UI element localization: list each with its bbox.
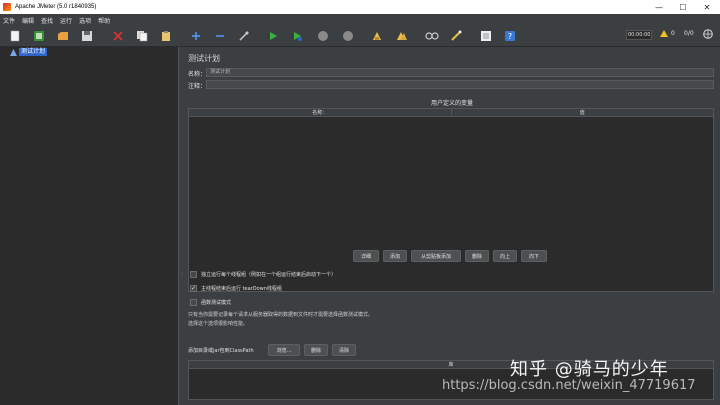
svg-text:?: ?: [508, 32, 512, 41]
window-title: Apache JMeter (5.0 r1840935): [15, 4, 97, 10]
menu-file[interactable]: 文件: [3, 16, 15, 25]
menu-bar: 文件 编辑 查找 运行 选项 帮助: [0, 14, 720, 26]
variables-table-header: 名称： 值: [189, 109, 713, 117]
menu-run[interactable]: 运行: [60, 16, 72, 25]
name-label: 名称：: [188, 71, 207, 78]
stop-icon[interactable]: [315, 29, 331, 43]
open-icon[interactable]: [55, 29, 71, 43]
warnings-indicator[interactable]: 0: [660, 30, 675, 37]
shutdown-icon[interactable]: [340, 29, 356, 43]
delete-button[interactable]: 删除: [465, 250, 489, 262]
cut-icon[interactable]: [110, 29, 126, 43]
up-button[interactable]: 向上: [493, 250, 517, 262]
active-threads: 0/0: [684, 30, 694, 37]
templates-icon[interactable]: [31, 29, 47, 43]
title-bar: Apache JMeter (5.0 r1840935) — ☐ ✕: [0, 0, 720, 14]
start-no-pauses-icon[interactable]: [289, 29, 305, 43]
test-plan-tree: 测试计划: [0, 47, 179, 405]
column-name-header[interactable]: 名称：: [189, 109, 451, 116]
functional-mode-note-2: 选择这个选项很影响性能。: [188, 321, 249, 327]
page-title: 测试计划: [188, 54, 220, 63]
detail-button[interactable]: 详细: [353, 250, 379, 262]
variables-table[interactable]: 名称： 值: [188, 108, 714, 292]
name-input[interactable]: 测试计划: [206, 68, 714, 77]
toggle-icon[interactable]: [236, 29, 252, 43]
tree-node-label: 测试计划: [19, 48, 48, 56]
menu-search[interactable]: 查找: [41, 16, 53, 25]
maximize-icon[interactable]: ☐: [672, 0, 694, 14]
paste-icon[interactable]: [158, 29, 174, 43]
option-functional-test-mode[interactable]: 函数测试模式: [190, 299, 231, 306]
new-icon[interactable]: [7, 29, 23, 43]
option-label: 函数测试模式: [201, 300, 232, 306]
menu-help[interactable]: 帮助: [98, 16, 110, 25]
option-serialize-thread-groups[interactable]: 独立运行每个线程组（例如在一个组运行结束后启动下一个）: [190, 271, 336, 278]
start-icon[interactable]: [265, 29, 281, 43]
option-label: 独立运行每个线程组（例如在一个组运行结束后启动下一个）: [201, 272, 337, 278]
function-helper-icon[interactable]: [478, 29, 494, 43]
remote-start-icon[interactable]: [703, 29, 713, 41]
toolbar: ? 00:00:00 0 0/0: [0, 26, 720, 47]
classpath-delete-button[interactable]: 删除: [304, 344, 328, 356]
warnings-count: 0: [671, 30, 675, 37]
functional-mode-note-1: 只有当你需要记录每个请求从服务器取得的数据到文件时才需要选择函数测试模式。: [188, 312, 374, 318]
variables-title: 用户定义的变量: [430, 100, 473, 107]
reset-search-icon[interactable]: [448, 29, 464, 43]
search-icon[interactable]: [424, 29, 440, 43]
url-watermark: https://blog.csdn.net/weixin_47719617: [442, 378, 696, 393]
expand-icon[interactable]: [188, 29, 204, 43]
close-icon[interactable]: ✕: [696, 0, 718, 14]
add-button[interactable]: 添加: [383, 250, 407, 262]
elapsed-timer: 00:00:00: [626, 30, 653, 40]
tree-node-test-plan[interactable]: 测试计划: [10, 48, 48, 56]
menu-edit[interactable]: 编辑: [22, 16, 34, 25]
checkbox-unchecked[interactable]: [190, 271, 197, 278]
menu-options[interactable]: 选项: [79, 16, 91, 25]
copy-icon[interactable]: [134, 29, 150, 43]
comment-input[interactable]: [206, 80, 714, 89]
clear-all-icon[interactable]: [394, 29, 410, 43]
test-plan-icon: [10, 48, 17, 56]
clear-icon[interactable]: [369, 29, 385, 43]
column-value-header[interactable]: 值: [450, 109, 714, 116]
checkbox-unchecked[interactable]: [190, 299, 197, 306]
down-button[interactable]: 向下: [521, 250, 547, 262]
add-from-clipboard-button[interactable]: 从剪贴板添加: [411, 250, 461, 262]
option-teardown-on-shutdown[interactable]: ✓ 主线程结束后运行 tearDown线程组: [190, 285, 282, 292]
browse-button[interactable]: 浏览...: [268, 344, 300, 356]
classpath-label: 添加目录或jar包到ClassPath: [188, 348, 254, 354]
minimize-icon[interactable]: —: [648, 0, 670, 14]
collapse-icon[interactable]: [212, 29, 228, 43]
warning-icon: [660, 30, 668, 37]
classpath-clear-button[interactable]: 清除: [332, 344, 356, 356]
option-label: 主线程结束后运行 tearDown线程组: [201, 286, 282, 292]
jmeter-logo-icon: [3, 3, 11, 11]
test-plan-panel: 测试计划 名称： 测试计划 注释： 用户定义的变量 名称： 值 详细 添加 从剪…: [184, 47, 720, 405]
save-icon[interactable]: [79, 29, 95, 43]
comment-label: 注释：: [188, 83, 207, 90]
checkbox-checked[interactable]: ✓: [190, 285, 197, 292]
help-icon[interactable]: ?: [502, 29, 518, 43]
